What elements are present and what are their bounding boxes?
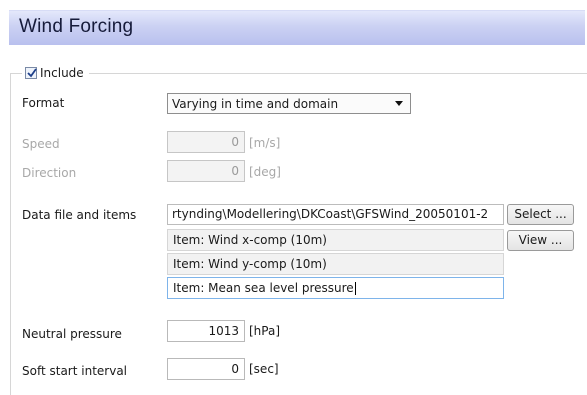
view-items-button[interactable]: View ...: [507, 230, 574, 251]
data-file-label: Data file and items: [22, 208, 137, 222]
item-row-text: Item: Mean sea level pressure: [173, 281, 354, 295]
text-cursor: [354, 282, 356, 295]
format-selected-value: Varying in time and domain: [172, 97, 339, 111]
include-checkbox[interactable]: [25, 67, 37, 79]
item-row[interactable]: Item: Wind y-comp (10m): [167, 253, 504, 275]
format-dropdown[interactable]: Varying in time and domain: [167, 93, 411, 114]
select-file-button[interactable]: Select ...: [507, 204, 574, 225]
soft-start-input[interactable]: 0: [167, 358, 245, 380]
item-row-selected[interactable]: Item: Mean sea level pressure: [167, 277, 504, 299]
checkmark-icon: [27, 68, 37, 78]
panel-header: Wind Forcing: [9, 10, 585, 45]
chevron-down-icon: [395, 101, 403, 106]
panel-title: Wind Forcing: [19, 16, 134, 37]
speed-label: Speed: [22, 137, 60, 151]
soft-start-label: Soft start interval: [22, 364, 128, 378]
speed-input[interactable]: 0: [167, 131, 245, 153]
neutral-pressure-input[interactable]: 1013: [167, 320, 245, 342]
direction-input[interactable]: 0: [167, 160, 245, 182]
neutral-pressure-label: Neutral pressure: [22, 327, 122, 341]
direction-unit: [deg]: [249, 165, 281, 179]
data-file-path-input[interactable]: rtynding\Modellering\DKCoast\GFSWind_200…: [167, 204, 504, 225]
include-label: Include: [40, 66, 84, 80]
item-row[interactable]: Item: Wind x-comp (10m): [167, 229, 504, 251]
neutral-pressure-unit: [hPa]: [249, 324, 281, 338]
speed-unit: [m/s]: [249, 136, 281, 150]
include-checkbox-row[interactable]: Include: [22, 64, 89, 82]
direction-label: Direction: [22, 166, 77, 180]
format-label: Format: [22, 96, 65, 110]
soft-start-unit: [sec]: [249, 362, 279, 376]
